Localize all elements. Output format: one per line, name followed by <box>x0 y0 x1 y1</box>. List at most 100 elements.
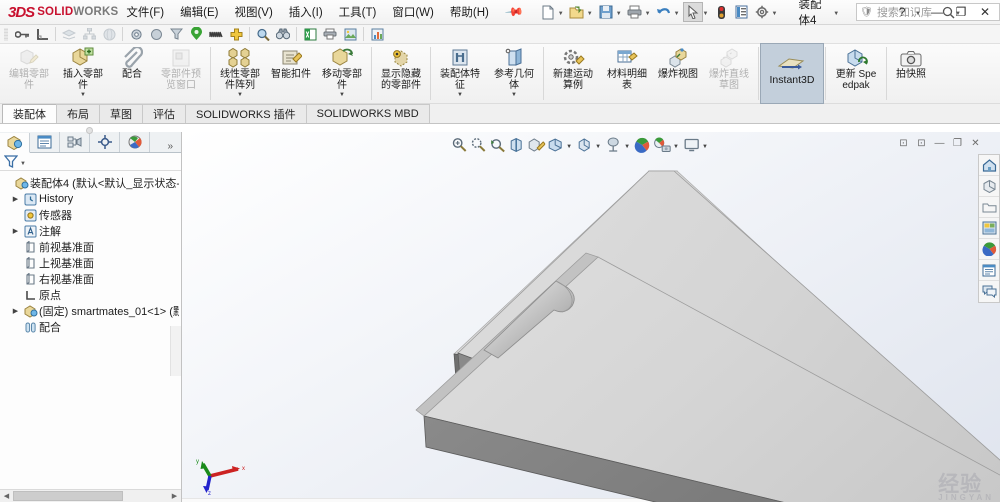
tab-layout[interactable]: 布局 <box>56 104 100 123</box>
undo-caret[interactable]: ▼ <box>674 7 680 17</box>
options-list-icon[interactable] <box>732 2 752 22</box>
tree-node-front-plane[interactable]: 前视基准面 <box>0 239 181 255</box>
display-monitor-caret[interactable]: ▼ <box>701 140 711 150</box>
image-export-icon[interactable] <box>340 26 360 43</box>
display-monitor-icon[interactable] <box>682 135 701 155</box>
select-arrow-caret[interactable]: ▼ <box>703 7 709 17</box>
tab-display-manager[interactable] <box>120 132 150 152</box>
funnel-icon[interactable] <box>166 26 186 43</box>
custom-properties-icon[interactable] <box>979 260 999 281</box>
ribbon-explode-line-sketch[interactable]: 爆炸直线草图 <box>702 44 756 103</box>
new-document-caret[interactable]: ▼ <box>558 7 564 17</box>
save-caret[interactable]: ▼ <box>616 7 622 17</box>
menu-view[interactable]: 视图(V) <box>226 0 280 24</box>
scrollbar-thumb[interactable] <box>13 491 123 501</box>
tab-feature-manager[interactable] <box>0 133 30 153</box>
tree-node-origin[interactable]: 原点 <box>0 287 181 303</box>
filter-caret[interactable]: ▼ <box>20 157 26 167</box>
apply-scene-icon[interactable] <box>604 135 623 155</box>
printer-icon[interactable] <box>320 26 340 43</box>
menu-help[interactable]: 帮助(H) <box>442 0 497 24</box>
tree-node-assembly-root[interactable]: 装配体4 (默认<默认_显示状态-1>) <box>0 175 181 191</box>
apply-scene-caret[interactable]: ▼ <box>623 140 633 150</box>
binoculars-icon[interactable] <box>273 26 293 43</box>
hide-show-caret[interactable]: ▼ <box>594 140 604 150</box>
yellow-cross-icon[interactable] <box>226 26 246 43</box>
expander-part[interactable]: ▶ <box>9 307 22 315</box>
ribbon-mate[interactable]: 配合 <box>110 44 154 103</box>
spring-icon[interactable] <box>206 26 226 43</box>
panel-splitter-handle[interactable] <box>86 127 93 134</box>
ribbon-component-preview[interactable]: 零部件预览窗口 <box>154 44 208 103</box>
ribbon-smart-fasteners[interactable]: 智能扣件 <box>267 44 315 103</box>
zoom-to-area-icon[interactable] <box>469 135 488 155</box>
expander-annotations[interactable]: ▶ <box>9 227 22 235</box>
view-settings-icon[interactable] <box>652 135 672 155</box>
display-style-icon[interactable] <box>546 135 565 155</box>
sphere-icon[interactable] <box>99 26 119 43</box>
tree-vertical-scrollbar[interactable] <box>170 326 181 376</box>
appearances-icon[interactable] <box>633 135 652 155</box>
tree-horizontal-scrollbar[interactable]: ◀ ▶ <box>0 489 181 502</box>
excel-icon[interactable] <box>300 26 320 43</box>
menu-window[interactable]: 窗口(W) <box>384 0 442 24</box>
restore-button[interactable]: ❐ <box>950 2 972 22</box>
tab-sketch[interactable]: 草图 <box>99 104 143 123</box>
menu-insert[interactable]: 插入(I) <box>281 0 331 24</box>
green-marker-icon[interactable] <box>186 26 206 43</box>
tab-dimxpert-manager[interactable] <box>90 132 120 152</box>
view-settings-caret[interactable]: ▼ <box>672 140 682 150</box>
ribbon-move-component-caret[interactable]: ▼ <box>339 92 345 98</box>
zoom-to-fit-icon[interactable] <box>450 135 469 155</box>
display-style-caret[interactable]: ▼ <box>565 140 575 150</box>
expander-history[interactable]: ▶ <box>9 195 22 203</box>
graphics-area[interactable]: ▼ ▼ ▼ ▼ ▼ <box>182 132 1000 502</box>
hide-show-items-icon[interactable] <box>575 135 594 155</box>
close-button[interactable]: ✕ <box>974 2 996 22</box>
tab-assembly[interactable]: 装配体 <box>2 104 57 123</box>
ribbon-linear-pattern-caret[interactable]: ▼ <box>237 92 243 98</box>
settings-gear-icon[interactable] <box>752 2 772 22</box>
toolbar-grip[interactable] <box>4 28 8 41</box>
undo-icon[interactable] <box>654 2 674 22</box>
document-name-caret[interactable]: ▼ <box>833 8 839 17</box>
corner-measure-icon[interactable] <box>32 26 52 43</box>
ribbon-bill-of-materials[interactable]: 材料明细表 <box>600 44 654 103</box>
ribbon-reference-geometry-caret[interactable]: ▼ <box>511 92 517 98</box>
zoom-magnifier-icon[interactable] <box>253 26 273 43</box>
tree-node-annotations[interactable]: ▶ 注解 <box>0 223 181 239</box>
solidworks-forum-icon[interactable] <box>979 281 999 302</box>
open-document-caret[interactable]: ▼ <box>587 7 593 17</box>
key-icon[interactable] <box>12 26 32 43</box>
tree-node-mates[interactable]: 配合 <box>0 319 181 335</box>
menu-edit[interactable]: 编辑(E) <box>172 0 226 24</box>
ribbon-insert-component-caret[interactable]: ▼ <box>80 92 86 98</box>
new-document-icon[interactable] <box>538 2 558 22</box>
ribbon-update-speedpak[interactable]: 更新 Speedpak <box>828 44 884 103</box>
ribbon-show-hidden-components[interactable]: 显示隐藏的零部件 <box>374 44 428 103</box>
report-icon[interactable] <box>367 26 387 43</box>
ribbon-edit-component[interactable]: 编辑零部件 <box>2 44 56 103</box>
home-task-pane-icon[interactable] <box>979 155 999 176</box>
tree-node-right-plane[interactable]: 右视基准面 <box>0 271 181 287</box>
section-view-icon[interactable] <box>507 135 526 155</box>
restore-right-pane-button[interactable]: ⊡ <box>913 135 930 151</box>
previous-view-icon[interactable] <box>488 135 507 155</box>
save-icon[interactable] <box>596 2 616 22</box>
menu-tools[interactable]: 工具(T) <box>331 0 385 24</box>
document-name-dropdown[interactable]: 装配体4 ▼ <box>798 0 842 28</box>
pin-icon[interactable]: 📌 <box>496 0 532 29</box>
scroll-right-arrow[interactable]: ▶ <box>168 492 181 500</box>
ribbon-linear-component-pattern[interactable]: 线性零部件阵列 ▼ <box>213 44 267 103</box>
tab-solidworks-mbd[interactable]: SOLIDWORKS MBD <box>306 104 430 123</box>
print-caret[interactable]: ▼ <box>645 7 651 17</box>
tree-node-sensors[interactable]: 传感器 <box>0 207 181 223</box>
view-orientation-icon[interactable] <box>526 135 546 155</box>
tree-node-top-plane[interactable]: 上视基准面 <box>0 255 181 271</box>
shaded-sphere-icon[interactable] <box>146 26 166 43</box>
minimize-button[interactable]: — <box>926 2 948 22</box>
model-3d-view[interactable] <box>372 154 1000 502</box>
view-palette-icon[interactable] <box>979 218 999 239</box>
flatten-icon[interactable] <box>59 26 79 43</box>
rebuild-icon[interactable] <box>712 2 732 22</box>
